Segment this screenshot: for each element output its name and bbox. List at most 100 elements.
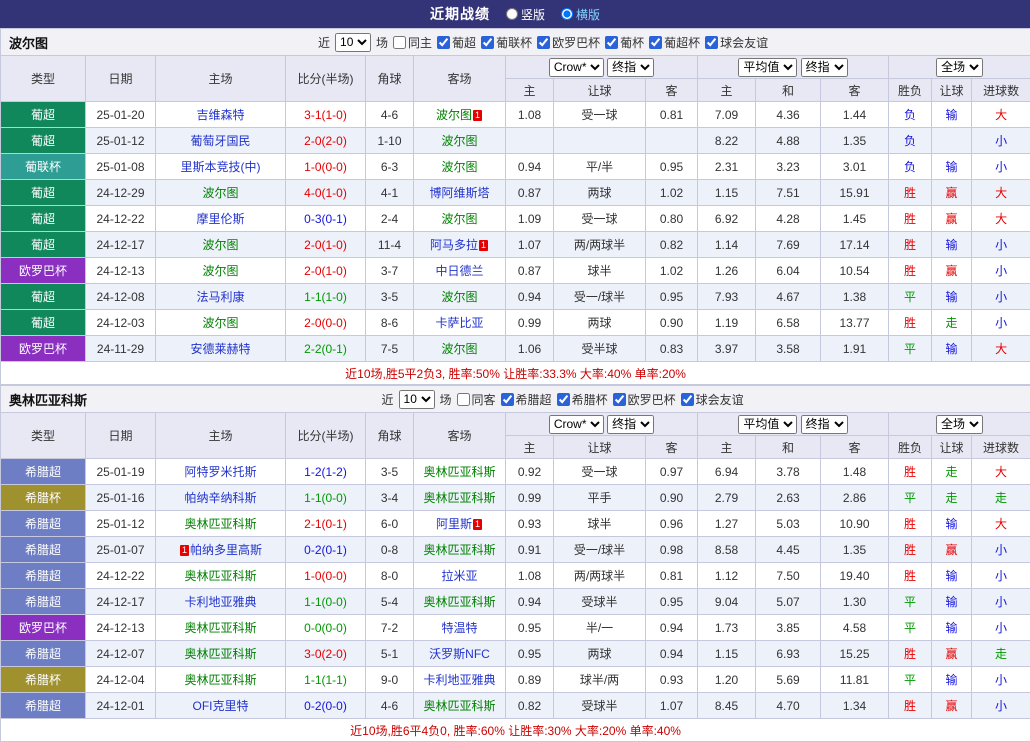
league-type-badge[interactable]: 葡超: [1, 310, 86, 336]
fulltime-select[interactable]: 全场: [936, 58, 983, 77]
team-link[interactable]: 中日德兰: [435, 264, 483, 278]
league-type-badge[interactable]: 葡超: [1, 232, 86, 258]
league-type-badge[interactable]: 葡超: [1, 284, 86, 310]
filter-checkbox[interactable]: [649, 36, 662, 49]
team-link[interactable]: 阿马多拉: [430, 238, 478, 252]
league-type-badge[interactable]: 欧罗巴杯: [1, 258, 86, 284]
team-link[interactable]: 奥林匹亚科斯: [423, 699, 495, 713]
league-type-badge[interactable]: 葡超: [1, 206, 86, 232]
odds-company-select[interactable]: Crow*: [549, 58, 604, 77]
filter-option-0-0[interactable]: 同主: [393, 34, 432, 51]
odds-time-select[interactable]: 终指: [607, 58, 654, 77]
team-link[interactable]: 帕纳多里高斯: [190, 543, 262, 557]
team-link[interactable]: 葡萄牙国民: [190, 134, 250, 148]
avg-time-select[interactable]: 终指: [801, 58, 848, 77]
layout-horizontal-radio[interactable]: [561, 8, 573, 20]
league-type-badge[interactable]: 葡超: [1, 128, 86, 154]
team-link[interactable]: 阿里斯: [436, 517, 472, 531]
team-link[interactable]: 奥林匹亚科斯: [184, 621, 256, 635]
team-link[interactable]: OFI克里特: [193, 699, 249, 713]
filter-option-0-4[interactable]: 葡杯: [605, 34, 644, 51]
avg-time-select[interactable]: 终指: [801, 415, 848, 434]
league-type-badge[interactable]: 希腊杯: [1, 667, 86, 693]
odds-company-select[interactable]: Crow*: [549, 415, 604, 434]
odds-time-select[interactable]: 终指: [607, 415, 654, 434]
league-type-badge[interactable]: 希腊超: [1, 693, 86, 719]
filter-checkbox[interactable]: [501, 393, 514, 406]
team-link[interactable]: 阿特罗米托斯: [184, 465, 256, 479]
league-type-badge[interactable]: 希腊超: [1, 511, 86, 537]
filter-checkbox[interactable]: [437, 36, 450, 49]
team-link[interactable]: 奥林匹亚科斯: [184, 517, 256, 531]
team-link[interactable]: 卡利地亚雅典: [184, 595, 256, 609]
layout-horizontal-option[interactable]: 横版: [561, 6, 600, 23]
filter-checkbox[interactable]: [605, 36, 618, 49]
match-count-select[interactable]: 10: [399, 390, 435, 409]
fulltime-select[interactable]: 全场: [936, 415, 983, 434]
team-link[interactable]: 波尔图: [202, 186, 238, 200]
filter-checkbox[interactable]: [393, 36, 406, 49]
filter-option-0-2[interactable]: 葡联杯: [481, 34, 532, 51]
league-type-badge[interactable]: 希腊超: [1, 459, 86, 485]
filter-option-1-4[interactable]: 球会友谊: [681, 391, 744, 408]
filter-option-0-6[interactable]: 球会友谊: [705, 34, 768, 51]
team-link[interactable]: 奥林匹亚科斯: [423, 543, 495, 557]
team-link[interactable]: 波尔图: [441, 160, 477, 174]
match-count-select[interactable]: 10: [335, 33, 371, 52]
league-type-badge[interactable]: 希腊超: [1, 589, 86, 615]
team-link[interactable]: 奥林匹亚科斯: [423, 465, 495, 479]
league-type-badge[interactable]: 葡超: [1, 102, 86, 128]
layout-vertical-radio[interactable]: [506, 8, 518, 20]
filter-checkbox[interactable]: [681, 393, 694, 406]
league-type-badge[interactable]: 葡超: [1, 180, 86, 206]
filter-option-1-1[interactable]: 希腊超: [501, 391, 552, 408]
filter-checkbox[interactable]: [481, 36, 494, 49]
team-link[interactable]: 波尔图: [441, 342, 477, 356]
team-link[interactable]: 波尔图: [202, 238, 238, 252]
avg-odds-select[interactable]: 平均值: [738, 58, 797, 77]
team-link[interactable]: 奥林匹亚科斯: [423, 491, 495, 505]
team-link[interactable]: 波尔图: [441, 212, 477, 226]
team-link[interactable]: 波尔图: [436, 108, 472, 122]
filter-option-0-1[interactable]: 葡超: [437, 34, 476, 51]
team-link[interactable]: 吉维森特: [196, 108, 244, 122]
filter-option-1-3[interactable]: 欧罗巴杯: [613, 391, 676, 408]
team-link[interactable]: 奥林匹亚科斯: [184, 673, 256, 687]
team-link[interactable]: 博阿维斯塔: [429, 186, 489, 200]
team-link[interactable]: 波尔图: [441, 290, 477, 304]
filter-option-1-0[interactable]: 同客: [457, 391, 496, 408]
team-link[interactable]: 法马利康: [196, 290, 244, 304]
filter-checkbox[interactable]: [705, 36, 718, 49]
team-link[interactable]: 奥林匹亚科斯: [423, 595, 495, 609]
filter-checkbox[interactable]: [613, 393, 626, 406]
team-link[interactable]: 波尔图: [441, 134, 477, 148]
filter-checkbox[interactable]: [557, 393, 570, 406]
team-link[interactable]: 特温特: [441, 621, 477, 635]
league-type-badge[interactable]: 葡联杯: [1, 154, 86, 180]
filter-checkbox[interactable]: [457, 393, 470, 406]
filter-checkbox[interactable]: [537, 36, 550, 49]
league-type-badge[interactable]: 希腊超: [1, 563, 86, 589]
team-link[interactable]: 拉米亚: [441, 569, 477, 583]
league-type-badge[interactable]: 希腊杯: [1, 485, 86, 511]
avg-odds-select[interactable]: 平均值: [738, 415, 797, 434]
team-link[interactable]: 帕纳辛纳科斯: [184, 491, 256, 505]
filter-option-1-2[interactable]: 希腊杯: [557, 391, 608, 408]
team-link[interactable]: 卡利地亚雅典: [423, 673, 495, 687]
filter-option-0-5[interactable]: 葡超杯: [649, 34, 700, 51]
team-link[interactable]: 奥林匹亚科斯: [184, 569, 256, 583]
league-type-badge[interactable]: 希腊超: [1, 537, 86, 563]
team-link[interactable]: 摩里伦斯: [196, 212, 244, 226]
team-link[interactable]: 沃罗斯NFC: [429, 647, 490, 661]
filter-option-0-3[interactable]: 欧罗巴杯: [537, 34, 600, 51]
team-link[interactable]: 奥林匹亚科斯: [184, 647, 256, 661]
team-link[interactable]: 卡萨比亚: [435, 316, 483, 330]
team-link[interactable]: 安德莱赫特: [190, 342, 250, 356]
league-type-badge[interactable]: 希腊超: [1, 641, 86, 667]
layout-vertical-option[interactable]: 竖版: [506, 6, 545, 23]
team-link[interactable]: 里斯本竞技(中): [181, 160, 261, 174]
league-type-badge[interactable]: 欧罗巴杯: [1, 336, 86, 362]
team-link[interactable]: 波尔图: [202, 316, 238, 330]
league-type-badge[interactable]: 欧罗巴杯: [1, 615, 86, 641]
team-link[interactable]: 波尔图: [202, 264, 238, 278]
